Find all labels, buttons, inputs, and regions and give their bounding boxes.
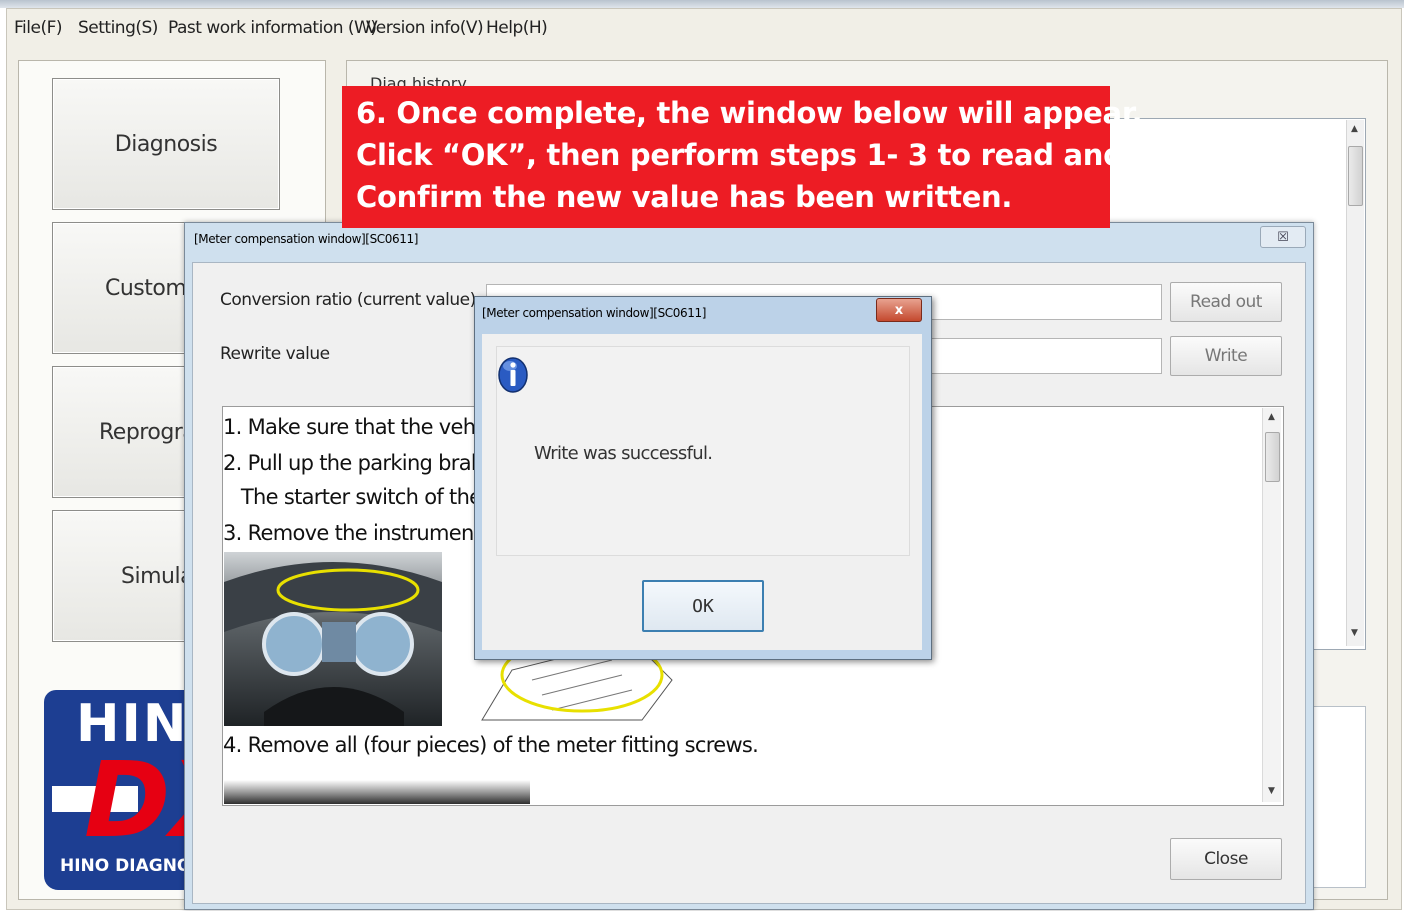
instruction-step-1: 1. Make sure that the vehicle (223, 415, 509, 439)
close-button[interactable]: Close (1170, 838, 1282, 880)
message-dialog-title: [Meter compensation window][SC0611] (482, 306, 707, 320)
meter-window-close-button[interactable]: ☒ (1260, 226, 1306, 248)
instruction-callout: 6. Once complete, the window below will … (342, 86, 1143, 228)
close-icon: x (894, 302, 904, 318)
scroll-down-icon[interactable]: ▼ (1351, 628, 1358, 638)
hino-dx-logo: HIN DX HINO DIAGNOS (44, 690, 194, 890)
success-message-text: Write was successful. (534, 443, 713, 464)
menu-file[interactable]: File(F) (14, 18, 63, 38)
logo-brand-big: DX (84, 739, 194, 861)
logo-brand-bottom: HINO DIAGNOS (60, 856, 194, 876)
instrument-panel-illustration (224, 562, 442, 726)
callout-line-1: 6. Once complete, the window below will … (356, 96, 1143, 130)
menu-help[interactable]: Help(H) (486, 18, 548, 38)
callout-line-3: Confirm the new value has been written. (356, 180, 1013, 214)
info-icon-graphic (498, 357, 528, 393)
ok-button-label: OK (692, 595, 714, 617)
conversion-ratio-label: Conversion ratio (current value) (220, 290, 476, 310)
instrument-panel-photo (224, 552, 442, 726)
history-scrollbar-thumb[interactable] (1348, 146, 1363, 206)
close-icon: ☒ (1277, 229, 1289, 245)
meter-screws-photo (224, 764, 530, 804)
scroll-up-icon[interactable]: ▲ (1351, 124, 1358, 134)
scroll-down-icon[interactable]: ▼ (1268, 786, 1275, 796)
scroll-up-icon[interactable]: ▲ (1268, 412, 1275, 422)
write-button[interactable]: Write (1170, 336, 1282, 376)
instruction-step-4: 4. Remove all (four pieces) of the meter… (223, 733, 759, 757)
menu-past-work-information[interactable]: Past work information (W) (168, 18, 377, 38)
write-button-label: Write (1204, 346, 1248, 366)
menu-version-info[interactable]: Version info(V) (366, 18, 484, 38)
instruction-step-2-note: The starter switch of the ve (223, 485, 512, 509)
instruction-step-3: 3. Remove the instrument pa (223, 521, 513, 545)
menu-setting[interactable]: Setting(S) (78, 18, 158, 38)
callout-line-2: Click “OK”, then perform steps 1- 3 to r… (356, 138, 1124, 172)
diagnosis-button[interactable]: Diagnosis (52, 78, 280, 210)
read-out-button-label: Read out (1190, 292, 1262, 312)
instruction-scrollbar-thumb[interactable] (1265, 432, 1280, 482)
read-out-button[interactable]: Read out (1170, 282, 1282, 322)
close-button-label: Close (1204, 849, 1248, 869)
diagnosis-button-label: Diagnosis (114, 131, 218, 157)
ok-button[interactable]: OK (642, 580, 764, 632)
info-icon (497, 354, 529, 394)
meter-window-title: [Meter compensation window][SC0611] (194, 232, 419, 246)
menu-bar: File(F) Setting(S) Past work information… (6, 10, 1400, 46)
message-dialog-close-button[interactable]: x (876, 298, 922, 322)
window-top-edge (0, 0, 1404, 8)
rewrite-value-label: Rewrite value (220, 344, 330, 364)
